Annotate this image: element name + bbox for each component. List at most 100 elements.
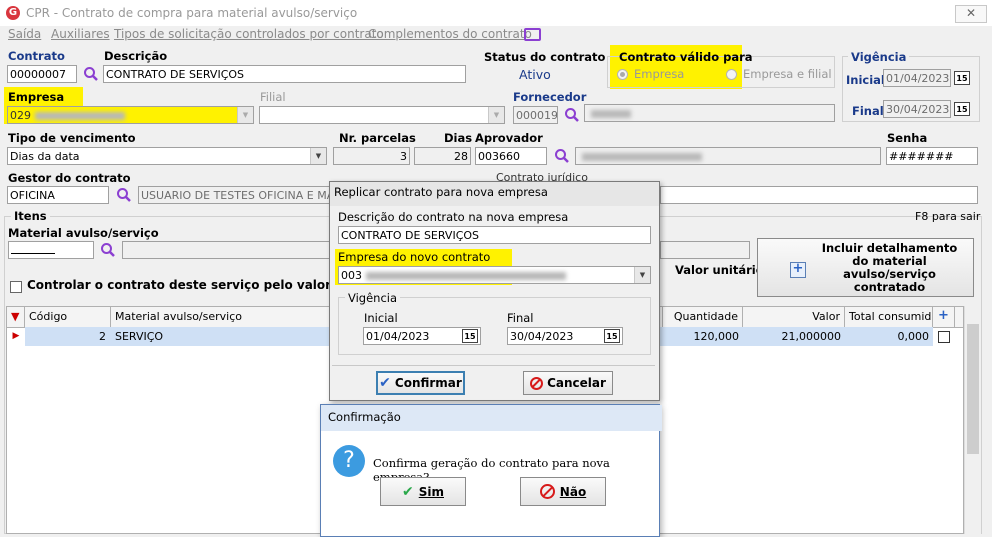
contrato-label: Contrato [8,49,65,63]
cell-quantidade: 120,000 [693,330,740,343]
contrato-input[interactable]: 00000007 [7,65,77,83]
confirm-title: Confirmação [321,405,662,431]
menu-tipos-solicitacao[interactable]: Tipos de solicitação controlados por con… [114,27,384,41]
vigencia-label: Vigência [848,50,910,64]
menu-bar: Saída Auxiliares Tipos de solicitação co… [0,26,992,46]
fornecedor-label: Fornecedor [513,90,587,104]
tipo-venc-label: Tipo de vencimento [8,131,136,145]
chevron-down-icon: ▼ [488,107,504,123]
search-material-icon[interactable] [98,240,118,260]
descricao-input[interactable]: CONTRATO DE SERVIÇOS [103,65,466,83]
row-checkbox[interactable] [938,331,950,343]
incluir-label: Incluir detalhamento do material avulso/… [821,240,958,294]
search-gestor-icon[interactable] [114,185,134,205]
replicar-descricao-input[interactable]: CONTRATO DE SERVIÇOS [338,226,651,244]
empresa-label: Empresa [8,90,65,104]
col-add-icon[interactable]: + [933,307,955,327]
replicar-inicial-label: Inicial [364,311,398,325]
col-total[interactable]: Total consumido [845,307,933,327]
radio-empresa-icon [617,69,628,80]
dias-label: Dias [444,131,473,145]
cell-codigo: 2 [99,330,106,343]
search-contrato-icon[interactable] [81,64,101,84]
window-title: CPR - Contrato de compra para material a… [26,6,358,20]
final-label: Final [852,104,884,118]
calendar-inicial-icon[interactable]: 15 [954,71,970,85]
replicar-separator [332,365,655,366]
dias-input[interactable]: 28 [414,147,471,165]
confirmar-button[interactable]: ✔ Confirmar [376,371,465,395]
aprovador-label: Aprovador [475,131,543,145]
radio-empresa-filial[interactable]: Empresa e filial [726,67,832,81]
app-logo-icon: G [6,6,20,20]
cell-material: SERVIÇO [115,330,164,343]
col-valor[interactable]: Valor [743,307,845,327]
chevron-down-icon: ▼ [237,107,253,123]
col-quantidade[interactable]: Quantidade [663,307,743,327]
sim-label: Sim [418,484,444,499]
title-bar: G CPR - Contrato de compra para material… [0,0,992,26]
tipo-venc-value: Dias da data [10,150,80,163]
replicar-empresa-label: Empresa do novo contrato [338,250,491,264]
replicar-calendar-inicial-icon[interactable]: 15 [462,329,478,343]
search-aprovador-icon[interactable] [552,146,572,166]
vigencia-inicial-input[interactable]: 01/04/2023 [883,69,951,87]
menu-saida[interactable]: Saída [8,27,41,41]
itens-label: Itens [11,209,50,223]
close-button[interactable]: ✕ [955,5,987,23]
inicial-label: Inicial [846,73,885,87]
status-label: Status do contrato [484,50,606,64]
row-pointer-icon: ▶ [7,327,26,346]
gestor-label: Gestor do contrato [8,171,131,185]
cancelar-button[interactable]: Cancelar [523,371,613,395]
fornecedor-name [584,104,835,122]
status-value: Ativo [519,67,551,82]
menu-auxiliares[interactable]: Auxiliares [51,27,110,41]
confirmar-label: Confirmar [394,376,462,390]
fornecedor-input[interactable]: 000019 [513,106,558,124]
f8-hint: F8 para sair [915,210,981,223]
gestor-name: USUARIO DE TESTES OFICINA E MA [138,186,330,204]
senha-input[interactable]: ####### [886,147,978,165]
empresa-select[interactable]: 029 ▼ [7,106,254,124]
check-icon: ✔ [379,375,391,391]
tipo-venc-select[interactable]: Dias da data ▼ [7,147,327,165]
question-icon: ? [333,445,365,477]
replicar-dialog: Replicar contrato para nova empresa Desc… [329,181,660,401]
search-fornecedor-icon[interactable] [562,105,582,125]
replicar-final-label: Final [507,311,534,325]
radio-empresa[interactable]: Empresa [617,67,684,81]
filial-label: Filial [260,90,286,104]
juridico-input[interactable] [660,186,978,204]
material-name [122,241,332,259]
grid-scrollbar[interactable] [964,306,981,534]
gestor-input[interactable]: OFICINA [7,186,109,204]
plus-icon: + [790,262,806,278]
col-codigo[interactable]: Código [25,307,111,327]
radio-empresa-label: Empresa [634,67,685,81]
monitor-icon[interactable] [524,28,541,41]
valido-label: Contrato válido para [619,50,753,64]
material-input[interactable] [8,241,94,259]
menu-complementos[interactable]: Complementos do contrato [368,27,532,41]
incluir-detalhamento-button[interactable]: + Incluir detalhamento do material avuls… [757,238,974,297]
vigencia-final-input[interactable]: 30/04/2023 [883,100,951,118]
cancelar-label: Cancelar [547,376,606,390]
replicar-vigencia-group [338,297,651,355]
replicar-calendar-final-icon[interactable]: 15 [604,329,620,343]
nao-button[interactable]: Não [520,477,606,506]
cell-total: 0,000 [897,330,930,343]
filial-select[interactable]: ▼ [259,106,505,124]
calendar-final-icon[interactable]: 15 [954,102,970,116]
sort-indicator-icon[interactable]: ▼ [7,307,25,327]
radio-empresa-filial-icon [726,69,737,80]
replicar-vigencia-label: Vigência [345,291,401,305]
empresa-value: 029 [10,109,31,122]
aprovador-input[interactable]: 003660 [475,147,547,165]
controlar-checkbox[interactable] [10,281,22,293]
replicar-empresa-select[interactable]: 003 ▼ [338,266,651,284]
replicar-descricao-label: Descrição do contrato na nova empresa [338,210,569,224]
senha-label: Senha [887,131,928,145]
parcelas-input[interactable]: 3 [333,147,410,165]
sim-button[interactable]: ✔ Sim [380,477,466,506]
